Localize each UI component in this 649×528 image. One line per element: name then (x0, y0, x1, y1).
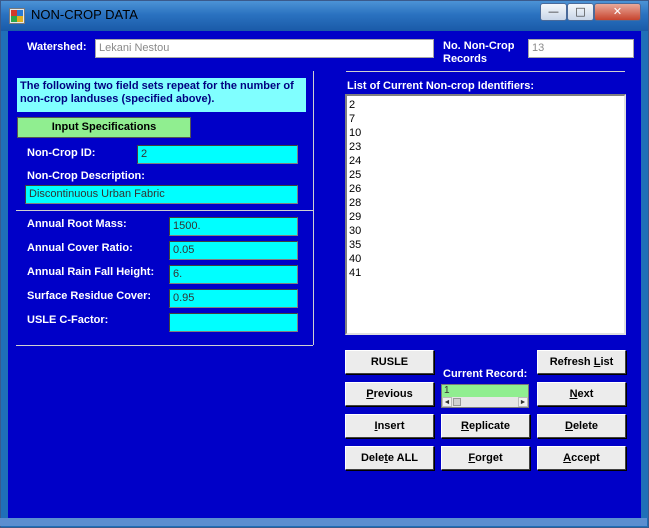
watershed-label: Watershed: (27, 41, 87, 53)
surface-residue-field[interactable]: 0.95 (169, 289, 298, 308)
list-item[interactable]: 23 (349, 140, 622, 154)
replicate-button[interactable]: Replicate (441, 414, 530, 438)
next-button[interactable]: Next (537, 382, 626, 406)
list-item[interactable]: 24 (349, 154, 622, 168)
list-item[interactable]: 10 (349, 126, 622, 140)
non-crop-id-field[interactable]: 2 (137, 145, 298, 164)
minimize-button[interactable]: — (540, 3, 567, 21)
identifiers-list-label: List of Current Non-crop Identifiers: (347, 80, 534, 92)
accept-button[interactable]: Accept (537, 446, 626, 470)
next-text-b: ext (577, 388, 594, 400)
replicate-text-a: R (461, 420, 469, 432)
divider-mid (16, 210, 313, 211)
delete-button[interactable]: Delete (537, 414, 626, 438)
repeat-info-box: The following two field sets repeat for … (17, 78, 306, 112)
root-mass-field[interactable]: 1500. (169, 217, 298, 236)
scroll-left-icon[interactable]: ◄ (442, 397, 452, 407)
non-crop-id-label: Non-Crop ID: (27, 147, 96, 159)
record-scrollbar[interactable]: ◄ ► (442, 397, 528, 407)
delete-all-button[interactable]: Delete ALL (345, 446, 434, 470)
rain-fall-height-field[interactable]: 6. (169, 265, 298, 284)
info-line2: non-crop landuses (specified above). (20, 93, 215, 105)
usle-c-factor-label: USLE C-Factor: (27, 314, 109, 326)
scroll-thumb[interactable] (453, 398, 461, 406)
insert-text-b: nsert (377, 420, 405, 432)
watershed-field[interactable]: Lekani Nestou (95, 39, 434, 58)
current-record-label: Current Record: (443, 368, 528, 380)
replicate-text-b: eplicate (468, 420, 510, 432)
list-item[interactable]: 25 (349, 168, 622, 182)
list-item[interactable]: 41 (349, 266, 622, 280)
records-count-field[interactable]: 13 (528, 39, 634, 58)
scroll-right-icon[interactable]: ► (518, 397, 528, 407)
current-record-scroller[interactable]: 1 ◄ ► (441, 384, 529, 408)
list-item[interactable]: 2 (349, 98, 622, 112)
form-client-area: Watershed: Lekani Nestou No. Non-Crop Re… (8, 31, 641, 519)
window-title: NON-CROP DATA (31, 7, 138, 22)
refresh-text-c: ist (600, 356, 614, 368)
non-crop-description-label: Non-Crop Description: (27, 170, 145, 182)
identifiers-listbox[interactable]: 2 7 10 23 24 25 26 28 29 30 35 40 41 (345, 94, 626, 335)
list-item[interactable]: 30 (349, 224, 622, 238)
next-text-a: N (569, 388, 578, 400)
delete-all-text-c: e ALL (387, 452, 419, 464)
records-label-line1: No. Non-Crop (443, 40, 515, 52)
usle-c-factor-field[interactable] (169, 313, 298, 332)
surface-residue-label: Surface Residue Cover: (27, 290, 152, 302)
list-item[interactable]: 26 (349, 182, 622, 196)
previous-text-b: revious (373, 388, 413, 400)
cover-ratio-field[interactable]: 0.05 (169, 241, 298, 260)
insert-button[interactable]: Insert (345, 414, 434, 438)
divider-bottom (16, 345, 313, 346)
accept-text-b: ccept (571, 452, 600, 464)
non-crop-window: NON-CROP DATA — □ ✕ Watershed: Lekani Ne… (0, 0, 649, 528)
list-item[interactable]: 7 (349, 112, 622, 126)
forget-button[interactable]: Forget (441, 446, 530, 470)
previous-text-a: P (366, 388, 374, 400)
list-item[interactable]: 28 (349, 196, 622, 210)
cover-ratio-label: Annual Cover Ratio: (27, 242, 133, 254)
current-record-value: 1 (442, 385, 528, 397)
refresh-list-button[interactable]: Refresh List (537, 350, 626, 374)
maximize-button[interactable]: □ (567, 3, 594, 21)
close-button[interactable]: ✕ (594, 3, 641, 21)
window-bottom-edge (0, 518, 647, 526)
title-bar[interactable]: NON-CROP DATA — □ ✕ (1, 1, 648, 31)
accept-text-a: A (563, 452, 572, 464)
delete-text-b: elete (572, 420, 599, 432)
list-item[interactable]: 29 (349, 210, 622, 224)
list-item[interactable]: 35 (349, 238, 622, 252)
list-item[interactable]: 40 (349, 252, 622, 266)
rusle-button[interactable]: RUSLE (345, 350, 434, 374)
records-label: No. Non-Crop Records (443, 40, 514, 66)
non-crop-description-field[interactable]: Discontinuous Urban Fabric (25, 185, 298, 204)
forget-text-b: orget (475, 452, 503, 464)
input-specifications-button[interactable]: Input Specifications (17, 117, 191, 138)
app-icon[interactable] (9, 8, 25, 24)
rain-fall-height-label: Annual Rain Fall Height: (27, 266, 155, 278)
previous-button[interactable]: Previous (345, 382, 434, 406)
delete-text-a: D (564, 420, 573, 432)
refresh-text-a: Refresh (549, 356, 594, 368)
left-panel-border (313, 71, 314, 345)
info-line1: The following two field sets repeat for … (20, 80, 294, 92)
delete-all-text-a: Dele (360, 452, 385, 464)
divider-right (346, 71, 625, 72)
root-mass-label: Annual Root Mass: (27, 218, 127, 230)
records-label-line2: Records (443, 53, 488, 65)
